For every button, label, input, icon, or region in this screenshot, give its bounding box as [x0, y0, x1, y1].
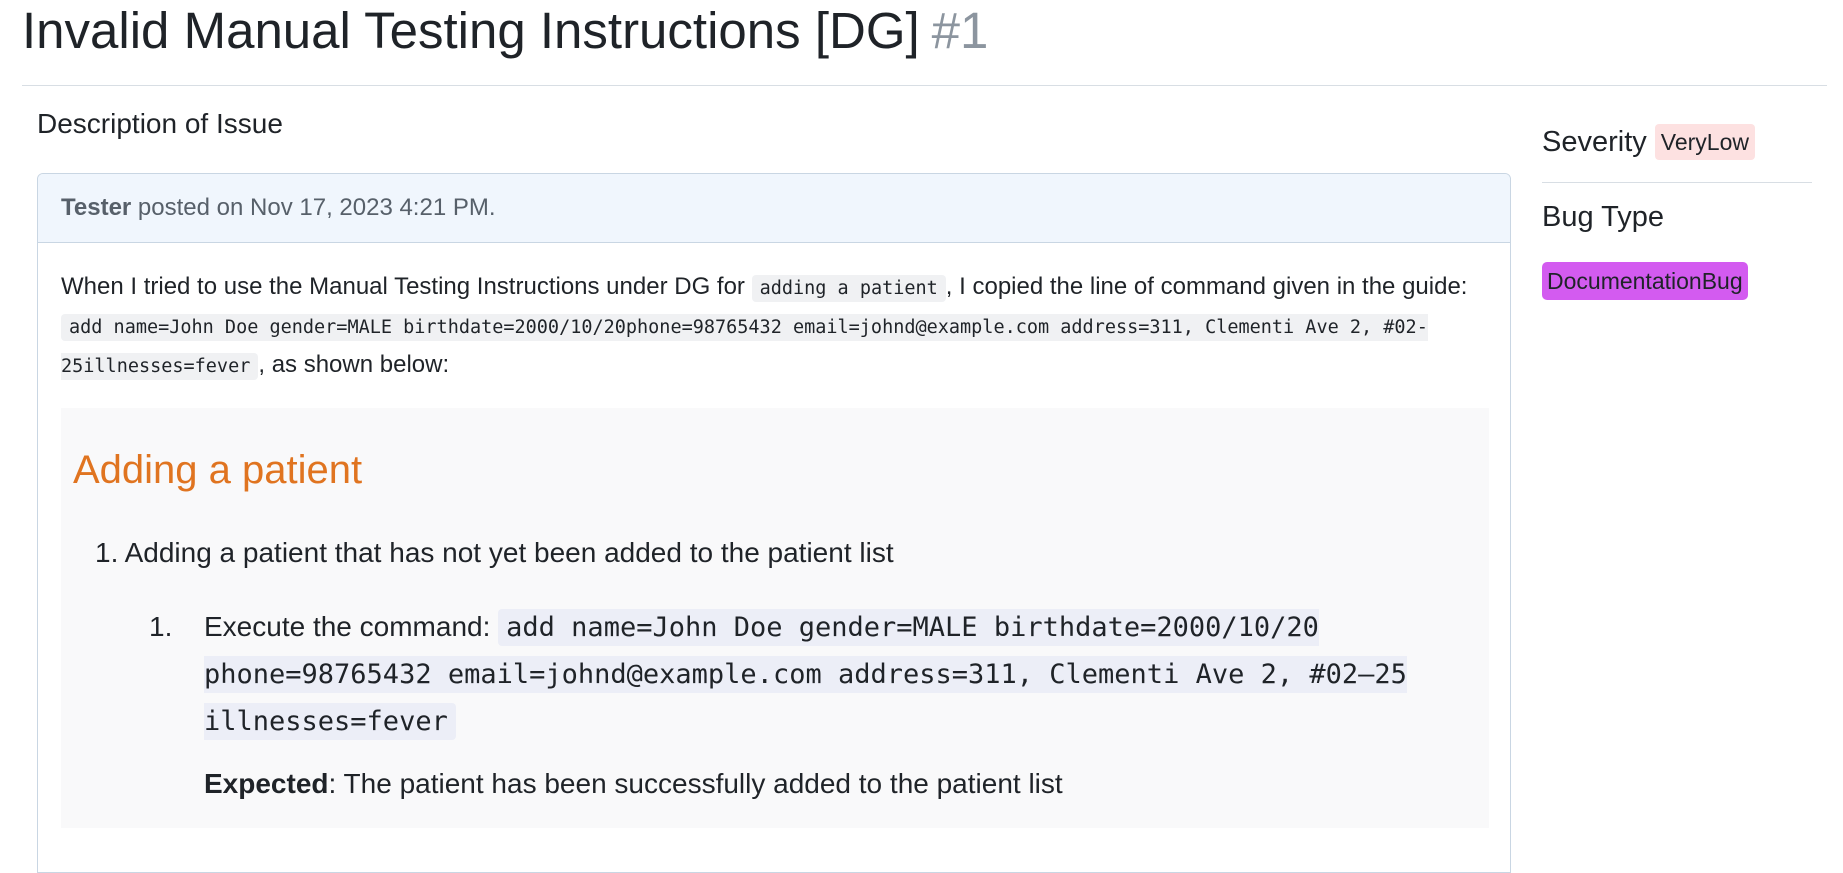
bug-type-label: Bug Type — [1542, 201, 1665, 233]
comment-header: Tester posted on Nov 17, 2023 4:21 PM. — [38, 174, 1510, 243]
list-marker: 1. — [149, 611, 173, 642]
excerpt-heading: Adding a patient — [73, 448, 363, 492]
list-item-text: Adding a patient that has not yet been a… — [124, 537, 894, 568]
expected-text: : The patient has been successfully adde… — [328, 768, 1063, 799]
comment-author: Tester — [61, 194, 132, 221]
severity-label: Severity — [1542, 126, 1647, 158]
execute-label: Execute the command: — [204, 611, 499, 642]
sidebar-divider — [1542, 182, 1812, 183]
comment-box: Tester posted on Nov 17, 2023 4:21 PM. W… — [37, 173, 1511, 873]
embedded-screenshot: Adding a patient 1. Adding a patient tha… — [61, 408, 1489, 828]
list-marker: 1. — [95, 537, 119, 568]
expected-label: Expected — [204, 768, 329, 799]
description-heading: Description of Issue — [37, 108, 283, 139]
description-text: , as shown below: — [258, 351, 450, 378]
expected-line: Expected: The patient has been successfu… — [204, 764, 1063, 804]
page-title: Invalid Manual Testing Instructions [DG]… — [22, 0, 988, 62]
comment-timestamp: posted on Nov 17, 2023 4:21 PM. — [131, 194, 496, 221]
issue-number: #1 — [931, 2, 989, 59]
inline-code: adding a patient — [751, 275, 946, 302]
comment-body: When I tried to use the Manual Testing I… — [38, 243, 1510, 828]
excerpt-list-item: 1. Adding a patient that has not yet bee… — [95, 533, 894, 573]
issue-sidebar: Severity VeryLow Bug Type DocumentationB… — [1542, 120, 1812, 300]
severity-row: Severity VeryLow — [1542, 120, 1812, 164]
severity-badge: VeryLow — [1654, 124, 1755, 160]
excerpt-sub-list-item: 1. Execute the command: add name=John Do… — [149, 604, 1469, 745]
bug-type-badge: DocumentationBug — [1542, 262, 1748, 300]
title-divider — [22, 85, 1827, 86]
description-text: When I tried to use the Manual Testing I… — [61, 273, 752, 300]
issue-title: Invalid Manual Testing Instructions [DG] — [22, 2, 920, 59]
description-paragraph: When I tried to use the Manual Testing I… — [61, 268, 1488, 385]
description-text: , I copied the line of command given in … — [945, 273, 1468, 300]
